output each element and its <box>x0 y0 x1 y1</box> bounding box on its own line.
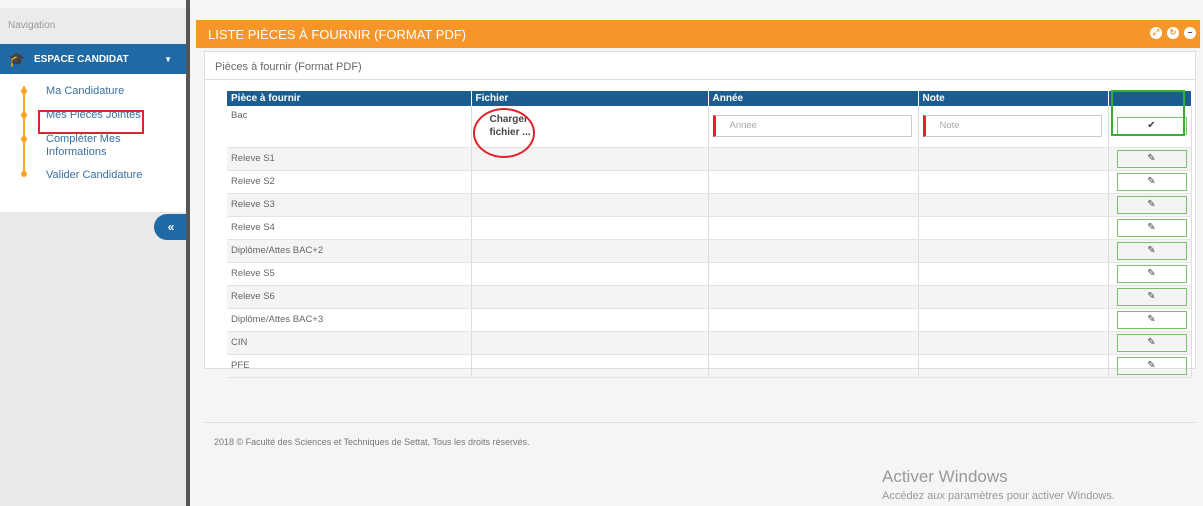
sidebar: Navigation 🎓 ESPACE CANDIDAT ▼ Ma Candid… <box>0 8 186 506</box>
table-row: Releve S6 ✎ <box>227 285 1192 309</box>
action-cell: ✎ <box>1108 331 1192 355</box>
table-row: Diplôme/Attes BAC+3 ✎ <box>227 308 1192 332</box>
main-content: LISTE PIÈCES À FOURNIR (FORMAT PDF) ⤢ ↻ … <box>196 20 1200 378</box>
header-fichier: Fichier <box>471 91 709 106</box>
piece-cell: Releve S3 <box>227 193 472 217</box>
pencil-icon[interactable]: ✎ <box>1116 287 1187 306</box>
pencil-icon[interactable]: ✎ <box>1116 333 1187 352</box>
action-cell: ✎ <box>1108 285 1192 309</box>
windows-watermark-title: Activer Windows <box>882 467 1008 486</box>
graduation-cap-icon: 🎓 <box>8 50 26 67</box>
piece-cell: Releve S6 <box>227 285 472 309</box>
pencil-icon[interactable]: ✎ <box>1116 195 1187 214</box>
submenu-dot <box>21 136 27 142</box>
table-row: Releve S2 ✎ <box>227 170 1192 194</box>
panel-subtitle: Pièces à fournir (Format PDF) <box>205 52 1195 80</box>
note-cell: Note <box>918 106 1109 148</box>
piece-cell: Diplôme/Attes BAC+2 <box>227 239 472 263</box>
action-cell: ✎ <box>1108 262 1192 286</box>
piece-cell: Releve S5 <box>227 262 472 286</box>
action-cell: ✎ <box>1108 147 1192 171</box>
top-bar <box>0 0 1203 8</box>
sidebar-item-completer-informations[interactable]: Compléter Mes Informations <box>46 133 146 159</box>
espace-label: ESPACE CANDIDAT <box>34 53 129 65</box>
sidebar-divider <box>186 0 190 506</box>
header-piece: Pièce à fournir <box>227 91 472 106</box>
action-cell: ✎ <box>1108 193 1192 217</box>
active-item-highlight <box>38 110 144 134</box>
footer-copyright: 2018 © Faculté des Sciences et Technique… <box>214 437 530 447</box>
refresh-icon[interactable]: ↻ <box>1167 27 1179 39</box>
upload-highlight-circle <box>473 108 535 158</box>
table-row: Releve S1 ✎ <box>227 147 1192 171</box>
windows-watermark-subtitle: Accédez aux paramètres pour activer Wind… <box>882 490 1115 502</box>
table-row: Bac Charger fichier ... Annee Note ✔ <box>227 106 1192 148</box>
submenu-dot <box>21 112 27 118</box>
action-cell: ✎ <box>1108 216 1192 240</box>
caret-down-icon: ▼ <box>164 54 172 64</box>
piece-cell: Bac <box>227 106 472 148</box>
table-row: Releve S5 ✎ <box>227 262 1192 286</box>
expand-icon[interactable]: ⤢ <box>1150 27 1162 39</box>
pencil-icon[interactable]: ✎ <box>1116 241 1187 260</box>
pencil-icon[interactable]: ✎ <box>1116 264 1187 283</box>
sidebar-item-valider-candidature[interactable]: Valider Candidature <box>46 169 142 182</box>
action-cell: ✎ <box>1108 354 1192 378</box>
pencil-icon[interactable]: ✎ <box>1116 218 1187 237</box>
panel-controls: ⤢ ↻ − <box>1150 27 1196 39</box>
piece-cell: Diplôme/Attes BAC+3 <box>227 308 472 332</box>
piece-cell: Releve S2 <box>227 170 472 194</box>
action-cell: ✎ <box>1108 308 1192 332</box>
table-row: Releve S4 ✎ <box>227 216 1192 240</box>
piece-cell: Releve S4 <box>227 216 472 240</box>
espace-candidat-menu[interactable]: 🎓 ESPACE CANDIDAT ▼ <box>0 44 186 74</box>
collapse-sidebar-button[interactable]: « <box>154 214 188 240</box>
submenu: Ma Candidature Mes Pièces Jointes Complé… <box>0 74 186 212</box>
table-row: PFE ✎ <box>227 354 1192 378</box>
pencil-icon[interactable]: ✎ <box>1116 149 1187 168</box>
pencil-icon[interactable]: ✎ <box>1116 356 1187 375</box>
annee-cell: Annee <box>708 106 919 148</box>
table-row: Diplôme/Attes BAC+2 ✎ <box>227 239 1192 263</box>
sidebar-item-ma-candidature[interactable]: Ma Candidature <box>46 85 124 98</box>
footer-divider <box>205 422 1195 423</box>
table-row: Releve S3 ✎ <box>227 193 1192 217</box>
pencil-icon[interactable]: ✎ <box>1116 172 1187 191</box>
action-cell: ✎ <box>1108 170 1192 194</box>
header-annee: Année <box>708 91 919 106</box>
submenu-line <box>23 86 25 176</box>
pencil-icon[interactable]: ✎ <box>1116 310 1187 329</box>
panel-header: LISTE PIÈCES À FOURNIR (FORMAT PDF) ⤢ ↻ … <box>196 20 1200 48</box>
pieces-table: Pièce à fournir Fichier Année Note Bac C… <box>227 91 1192 378</box>
submenu-dot <box>21 171 27 177</box>
nav-title: Navigation <box>0 8 186 44</box>
minimize-icon[interactable]: − <box>1184 27 1196 39</box>
table-row: CIN ✎ <box>227 331 1192 355</box>
action-cell: ✎ <box>1108 239 1192 263</box>
header-note: Note <box>918 91 1109 106</box>
annee-input[interactable]: Annee <box>712 115 912 138</box>
piece-cell: PFE <box>227 354 472 378</box>
submenu-dot <box>21 88 27 94</box>
panel-body: Pièces à fournir (Format PDF) Pièce à fo… <box>204 51 1196 378</box>
note-input[interactable]: Note <box>922 115 1102 138</box>
panel-title: LISTE PIÈCES À FOURNIR (FORMAT PDF) <box>208 26 467 42</box>
action-highlight-box <box>1111 90 1185 136</box>
piece-cell: CIN <box>227 331 472 355</box>
piece-cell: Releve S1 <box>227 147 472 171</box>
